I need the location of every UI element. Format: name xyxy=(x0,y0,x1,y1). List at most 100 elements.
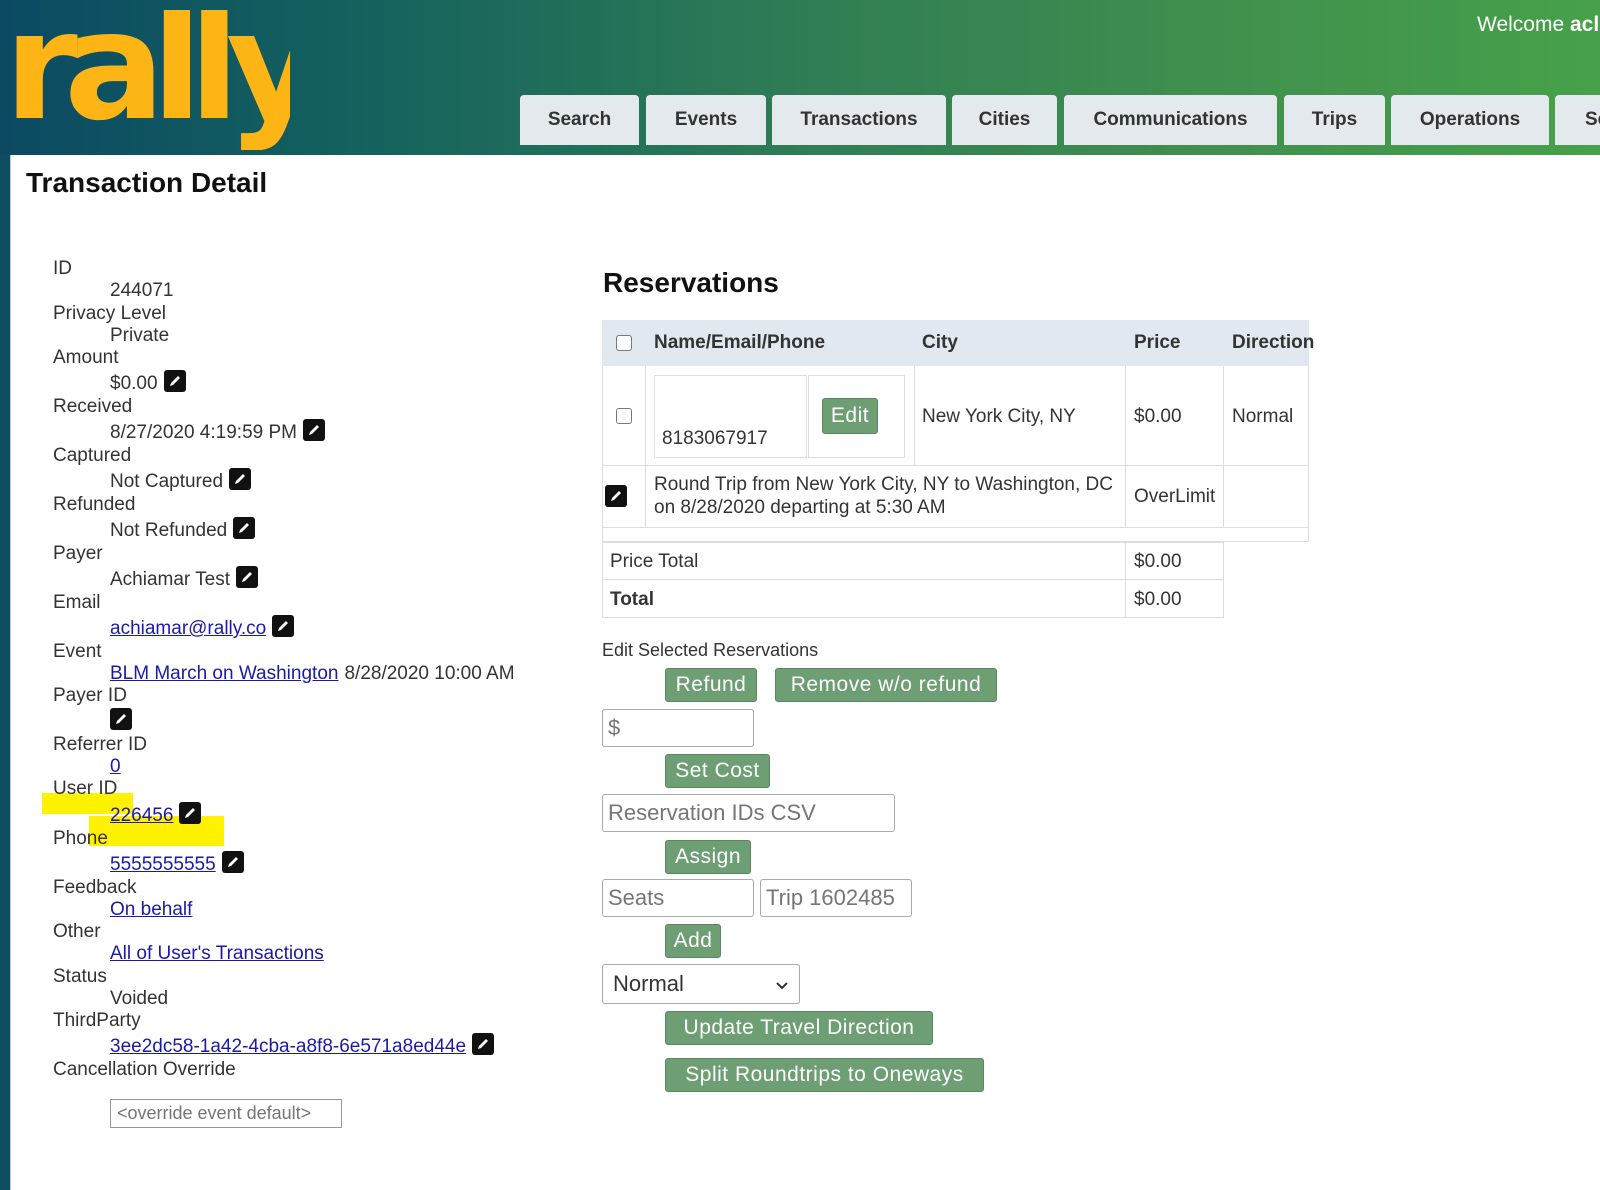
thirdparty-label: ThirdParty xyxy=(53,1010,141,1031)
received-label: Received xyxy=(53,396,133,417)
logo-text: rally xyxy=(10,10,290,150)
select-all-checkbox[interactable] xyxy=(616,335,632,351)
assign-button[interactable]: Assign xyxy=(665,840,751,874)
edit-user-id-icon[interactable] xyxy=(179,802,202,824)
feedback-label: Feedback xyxy=(53,877,137,898)
edit-captured-icon[interactable] xyxy=(229,468,252,490)
tab-transactions[interactable]: Transactions xyxy=(772,95,946,145)
refund-button[interactable]: Refund xyxy=(665,668,757,702)
reservations-title: Reservations xyxy=(603,267,779,298)
tab-communications[interactable]: Communications xyxy=(1064,95,1277,145)
reservation-price: $0.00 xyxy=(1134,406,1182,427)
event-link[interactable]: BLM March on Washington xyxy=(110,663,338,685)
tab-cities[interactable]: Cities xyxy=(952,95,1057,145)
reservation-checkbox[interactable] xyxy=(616,408,632,424)
other-label: Other xyxy=(53,921,101,942)
event-date: 8/28/2020 10:00 AM xyxy=(344,663,515,684)
event-value: BLM March on Washington 8/28/2020 10:00 A… xyxy=(110,663,515,685)
cancellation-label: Cancellation Override xyxy=(53,1059,236,1080)
edit-thirdparty-icon[interactable] xyxy=(472,1033,495,1055)
trip-line-2: on 8/28/2020 departing at 5:30 AM xyxy=(654,497,946,518)
reservation-ids-input[interactable] xyxy=(602,794,895,832)
cancellation-override-input[interactable] xyxy=(110,1099,342,1128)
referrer-link[interactable]: 0 xyxy=(110,756,121,778)
reservations-table-header: Name/Email/Phone City Price Direction xyxy=(602,320,1314,366)
amount-label: Amount xyxy=(53,347,119,368)
split-roundtrips-button[interactable]: Split Roundtrips to Oneways xyxy=(665,1058,984,1092)
thirdparty-value: 3ee2dc58-1a42-4cba-a8f8-6e571a8ed44e xyxy=(110,1033,495,1058)
trip-input[interactable] xyxy=(760,879,912,917)
edit-phone-icon[interactable] xyxy=(221,851,244,873)
set-cost-button[interactable]: Set Cost xyxy=(665,754,770,788)
total-label: Total xyxy=(610,589,654,610)
reservation-city: New York City, NY xyxy=(922,406,1076,427)
received-value: 8/27/2020 4:19:59 PM xyxy=(110,419,325,444)
trip-line-1: Round Trip from New York City, NY to Was… xyxy=(654,474,1113,495)
referrer-value: 0 xyxy=(110,756,121,778)
edit-section-heading: Edit Selected Reservations xyxy=(602,640,819,660)
payer-id-value xyxy=(104,708,132,733)
add-button[interactable]: Add xyxy=(665,924,721,958)
referrer-label: Referrer ID xyxy=(53,734,147,755)
tab-events[interactable]: Events xyxy=(646,95,766,145)
user-id-value: 226456 xyxy=(110,802,202,827)
captured-label: Captured xyxy=(53,445,132,466)
status-value: Voided xyxy=(110,988,169,1009)
tab-more[interactable]: Se xyxy=(1555,95,1600,145)
chevron-down-icon xyxy=(775,971,789,997)
edit-reservation-button[interactable]: Edit xyxy=(822,398,878,434)
col-direction: Direction xyxy=(1232,332,1315,353)
captured-value: Not Captured xyxy=(110,468,252,493)
page-title: Transaction Detail xyxy=(26,167,268,198)
edit-refunded-icon[interactable] xyxy=(233,517,256,539)
refunded-label: Refunded xyxy=(53,494,136,515)
email-value: achiamar@rally.co xyxy=(110,615,295,640)
edit-payer-id-icon[interactable] xyxy=(110,708,132,730)
phone-label: Phone xyxy=(53,828,108,849)
update-travel-direction-button[interactable]: Update Travel Direction xyxy=(665,1011,933,1045)
row-divider xyxy=(914,366,915,466)
thirdparty-link[interactable]: 3ee2dc58-1a42-4cba-a8f8-6e571a8ed44e xyxy=(110,1036,466,1058)
edit-received-icon[interactable] xyxy=(302,419,325,441)
tab-operations[interactable]: Operations xyxy=(1391,95,1549,145)
payer-id-label: Payer ID xyxy=(53,685,127,706)
total-row xyxy=(602,580,1224,618)
amount-value: $0.00 xyxy=(110,370,186,395)
reservation-phone: 8183067917 xyxy=(662,428,768,449)
seats-input[interactable] xyxy=(602,879,754,917)
user-id-label: User ID xyxy=(53,778,118,799)
direction-select[interactable]: Normal xyxy=(602,964,800,1004)
trip-status: OverLimit xyxy=(1134,486,1216,507)
email-label: Email xyxy=(53,592,101,613)
edit-trip-icon[interactable] xyxy=(605,485,627,507)
welcome-text: Welcome acl xyxy=(1477,13,1600,36)
price-total-value: $0.00 xyxy=(1134,551,1182,572)
event-label: Event xyxy=(53,641,102,662)
reservation-direction: Normal xyxy=(1232,406,1294,427)
cost-input[interactable] xyxy=(602,709,754,747)
edit-payer-icon[interactable] xyxy=(236,566,259,588)
email-link[interactable]: achiamar@rally.co xyxy=(110,618,266,640)
status-label: Status xyxy=(53,966,107,987)
id-value: 244071 xyxy=(110,280,174,301)
tab-search[interactable]: Search xyxy=(520,95,639,145)
all-transactions-link[interactable]: All of User's Transactions xyxy=(110,943,324,965)
remove-without-refund-button[interactable]: Remove w/o refund xyxy=(775,668,997,702)
other-value: All of User's Transactions xyxy=(110,943,324,965)
feedback-link[interactable]: On behalf xyxy=(110,899,192,921)
user-id-link[interactable]: 226456 xyxy=(110,805,173,827)
rally-logo[interactable]: rally xyxy=(10,10,290,150)
price-total-label: Price Total xyxy=(610,551,699,572)
edit-email-icon[interactable] xyxy=(272,615,295,637)
id-label: ID xyxy=(53,258,72,279)
phone-link[interactable]: 5555555555 xyxy=(110,854,216,876)
payer-label: Payer xyxy=(53,543,103,564)
col-name: Name/Email/Phone xyxy=(654,332,826,353)
spacer-row xyxy=(602,528,1309,542)
phone-value: 5555555555 xyxy=(110,851,244,876)
refunded-value: Not Refunded xyxy=(110,517,256,542)
edit-amount-icon[interactable] xyxy=(163,370,186,392)
tab-trips[interactable]: Trips xyxy=(1284,95,1385,145)
col-city: City xyxy=(922,332,958,353)
feedback-value: On behalf xyxy=(110,899,192,921)
